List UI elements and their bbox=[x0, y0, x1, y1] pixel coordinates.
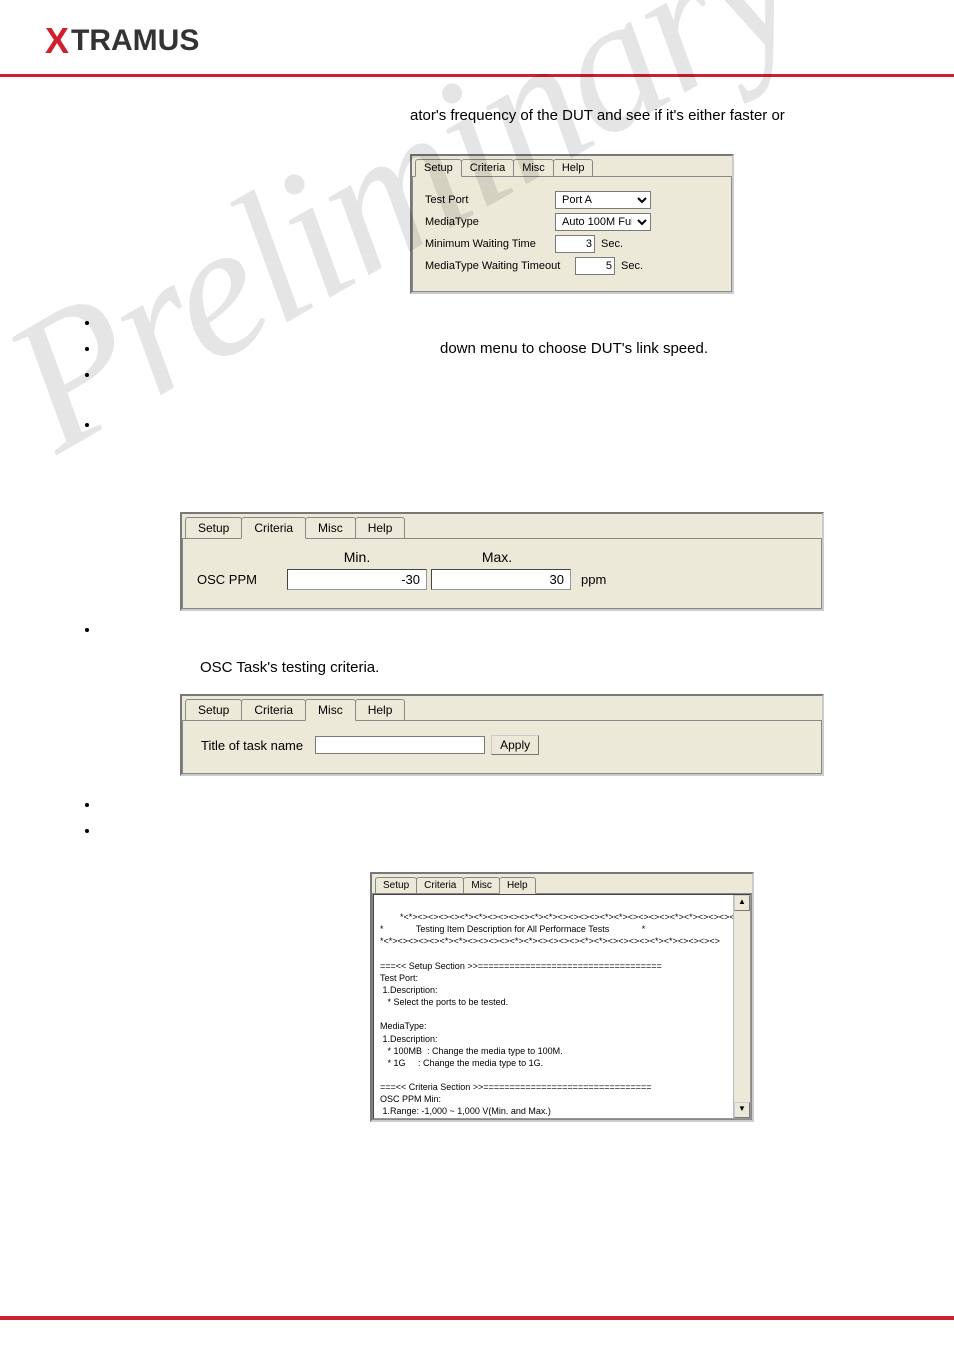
tab-misc-3[interactable]: Misc bbox=[305, 699, 356, 721]
page-header: XTRAMUS bbox=[0, 0, 954, 77]
title-of-task-input[interactable] bbox=[315, 736, 485, 754]
min-header: Min. bbox=[287, 549, 427, 565]
tab-misc-2[interactable]: Misc bbox=[305, 517, 356, 538]
tab-help-2[interactable]: Help bbox=[355, 517, 406, 538]
tab-criteria[interactable]: Criteria bbox=[461, 159, 514, 176]
footer-bar bbox=[0, 1316, 954, 1320]
media-wait-unit: Sec. bbox=[621, 260, 643, 272]
test-port-select[interactable]: Port A bbox=[555, 191, 651, 209]
misc-tabs: Setup Criteria Misc Help bbox=[182, 696, 822, 720]
criteria-panel: Setup Criteria Misc Help Min. Max. OSC P… bbox=[180, 512, 824, 611]
ppm-unit: ppm bbox=[581, 572, 606, 587]
media-wait-input[interactable] bbox=[575, 257, 615, 275]
media-type-label: MediaType bbox=[425, 216, 555, 228]
tab-misc[interactable]: Misc bbox=[513, 159, 554, 176]
osc-ppm-max-input[interactable]: 30 bbox=[431, 569, 571, 590]
tab-setup-2[interactable]: Setup bbox=[185, 517, 242, 538]
help-tabs: Setup Criteria Misc Help bbox=[372, 874, 752, 893]
test-port-label: Test Port bbox=[425, 194, 555, 206]
bullet-7 bbox=[100, 822, 904, 842]
min-wait-input[interactable] bbox=[555, 235, 595, 253]
help-text: *<*><><><><><*><*><><><><><*><*><><><><>… bbox=[380, 912, 740, 1119]
criteria-tabs: Setup Criteria Misc Help bbox=[182, 514, 822, 538]
media-type-select[interactable]: Auto 100M Full bbox=[555, 213, 651, 231]
bullet-list-3 bbox=[70, 796, 904, 842]
min-wait-label: Minimum Waiting Time bbox=[425, 238, 555, 250]
tab-help[interactable]: Help bbox=[553, 159, 594, 176]
tab-help-4[interactable]: Help bbox=[499, 877, 536, 894]
help-textarea[interactable]: *<*><><><><><*><*><><><><><*><*><><><><>… bbox=[373, 894, 751, 1119]
bullet-2: down menu to choose DUT's link speed. bbox=[100, 340, 904, 360]
bullet-1 bbox=[100, 314, 904, 334]
bullet-6 bbox=[100, 796, 904, 816]
bullet-list-1: down menu to choose DUT's link speed. bbox=[70, 314, 904, 436]
bullet-4 bbox=[100, 416, 904, 436]
tab-setup-4[interactable]: Setup bbox=[375, 877, 417, 893]
osc-ppm-label: OSC PPM bbox=[197, 572, 287, 587]
bullet-5 bbox=[100, 621, 904, 641]
tab-misc-4[interactable]: Misc bbox=[463, 877, 500, 893]
tab-criteria-2[interactable]: Criteria bbox=[241, 517, 306, 539]
setup-tabs: Setup Criteria Misc Help bbox=[412, 156, 732, 176]
scroll-down-icon[interactable]: ▼ bbox=[734, 1102, 750, 1118]
max-header: Max. bbox=[427, 549, 567, 565]
misc-panel: Setup Criteria Misc Help Title of task n… bbox=[180, 694, 824, 776]
intro-fragment: ator's frequency of the DUT and see if i… bbox=[410, 107, 904, 124]
brand-rest: TRAMUS bbox=[71, 24, 199, 58]
osc-ppm-min-input[interactable]: -30 bbox=[287, 569, 427, 590]
help-panel: Setup Criteria Misc Help *<*><><><><><*>… bbox=[370, 872, 754, 1122]
media-wait-label: MediaType Waiting Timeout bbox=[425, 260, 575, 272]
setup-panel: Setup Criteria Misc Help Test Port Port … bbox=[410, 154, 734, 294]
tab-setup-3[interactable]: Setup bbox=[185, 699, 242, 720]
title-of-task-label: Title of task name bbox=[201, 738, 303, 753]
tab-help-3[interactable]: Help bbox=[355, 699, 406, 720]
osc-note: OSC Task's testing criteria. bbox=[200, 659, 904, 676]
bullet-3 bbox=[100, 366, 904, 386]
brand-x: X bbox=[45, 20, 69, 62]
tab-setup[interactable]: Setup bbox=[415, 159, 462, 177]
min-wait-unit: Sec. bbox=[601, 238, 623, 250]
bullet-list-2 bbox=[70, 621, 904, 641]
tab-criteria-3[interactable]: Criteria bbox=[241, 699, 306, 720]
scroll-up-icon[interactable]: ▲ bbox=[734, 895, 750, 911]
brand-logo: XTRAMUS bbox=[45, 20, 909, 62]
tab-criteria-4[interactable]: Criteria bbox=[416, 877, 464, 893]
scrollbar[interactable]: ▲ ▼ bbox=[733, 895, 750, 1118]
apply-button[interactable]: Apply bbox=[491, 735, 539, 755]
